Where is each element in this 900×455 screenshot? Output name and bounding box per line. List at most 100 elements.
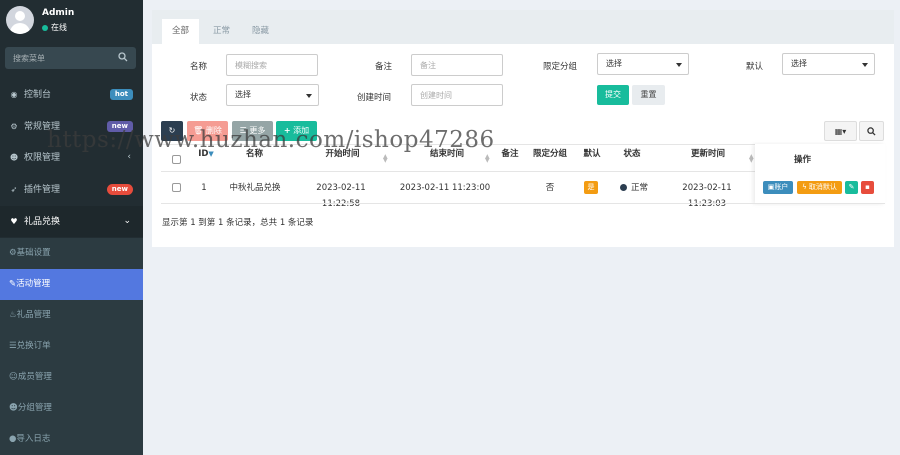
- default-badge[interactable]: 是: [584, 181, 598, 194]
- td-updated: 2023-02-11 11:23:03: [682, 183, 732, 209]
- status-tabs: 全部 正常 隐藏: [152, 10, 894, 44]
- sidebar-subitem-groups[interactable]: ☻分组管理: [0, 393, 143, 424]
- status-label: 状态: [190, 93, 208, 103]
- tab-normal[interactable]: 正常: [203, 19, 240, 44]
- row-checkbox[interactable]: [172, 183, 181, 192]
- menu-search-input[interactable]: [5, 47, 115, 69]
- sidebar-subitem-activity[interactable]: ✎活动管理: [0, 269, 143, 300]
- edit-button[interactable]: ✎: [845, 181, 858, 194]
- td-status-text: 正常: [630, 183, 648, 193]
- hot-badge: hot: [109, 89, 133, 100]
- sidebar-item-label: 兑换订单: [16, 341, 51, 351]
- sidebar-search: [5, 47, 136, 69]
- gift-submenu: ⚙基础设置 ✎活动管理 ♨礼品管理 ☰兑换订单 ☺成员管理 ☻分组管理 ●导入日…: [0, 238, 143, 455]
- sidebar: Admin 在线 ◉控制台 hot ⚙常规管理 new ☻权限管理 ‹ ➶插件管…: [0, 0, 143, 455]
- user-status-text: 在线: [51, 23, 67, 32]
- sidebar-item-label: 基础设置: [16, 248, 51, 258]
- sidebar-subitem-orders[interactable]: ☰兑换订单: [0, 331, 143, 362]
- cogs-icon: ⚙: [9, 248, 17, 258]
- user-panel: Admin 在线: [0, 0, 143, 42]
- group-label: 限定分组: [543, 62, 578, 72]
- heart-icon: ♥: [10, 217, 18, 226]
- grid-icon: ▦▾: [834, 127, 847, 136]
- rocket-icon: ➶: [10, 185, 18, 194]
- group-icon: ☻: [9, 153, 19, 162]
- cancel-default-button[interactable]: ϟ 取消默认: [797, 181, 842, 194]
- chevron-down-icon: ⌄: [123, 216, 131, 226]
- sidebar-subitem-members[interactable]: ☺成员管理: [0, 362, 143, 393]
- default-label: 默认: [746, 62, 764, 72]
- td-end-time: 2023-02-11 11:23:00: [399, 183, 491, 193]
- sidebar-item-label: 成员管理: [17, 372, 52, 382]
- account-button[interactable]: ▣账户: [763, 181, 793, 194]
- td-status: 正常: [612, 180, 656, 196]
- delete-row-button[interactable]: ▪: [861, 181, 874, 194]
- tab-all[interactable]: 全部: [162, 19, 200, 44]
- account-label: 账户: [774, 183, 789, 191]
- sidebar-item-dashboard[interactable]: ◉ 控制台 hot: [0, 79, 143, 110]
- search-toggle-button[interactable]: [859, 121, 884, 141]
- search-icon: [867, 127, 876, 136]
- trash-icon: ▪: [865, 183, 870, 191]
- td-group: 否: [545, 183, 555, 193]
- sort-icon[interactable]: ▲ ▼: [749, 154, 754, 164]
- flame-icon: ♨: [9, 310, 17, 320]
- sidebar-item-label: 礼品兑换: [24, 217, 61, 227]
- sidebar-item-label: 插件管理: [24, 185, 61, 195]
- caret-down-icon: [306, 94, 312, 98]
- sidebar-item-label: 活动管理: [16, 279, 51, 289]
- th-status: 状态: [623, 149, 641, 159]
- list-icon: ☰: [9, 341, 17, 351]
- remark-label: 备注: [375, 62, 393, 72]
- default-select[interactable]: 选择: [782, 53, 875, 75]
- status-dot-icon: [619, 184, 627, 191]
- tab-hidden[interactable]: 隐藏: [242, 19, 279, 44]
- created-label: 创建时间: [357, 93, 392, 103]
- table-bottom-border: [161, 203, 885, 204]
- columns-toggle-button[interactable]: ▦▾: [824, 121, 857, 141]
- cogs-icon: ⚙: [10, 122, 18, 131]
- created-time-input[interactable]: [411, 84, 503, 106]
- default-select-value: 选择: [791, 59, 807, 68]
- name-search-input[interactable]: [226, 54, 318, 76]
- td-start-time: 2023-02-11 11:22:58: [316, 183, 366, 209]
- user-status: 在线: [42, 22, 67, 33]
- users-icon: ☻: [9, 403, 18, 413]
- search-icon[interactable]: [118, 52, 128, 62]
- status-select-value: 选择: [235, 90, 251, 99]
- caret-down-icon: [862, 63, 868, 67]
- status-select[interactable]: 选择: [226, 84, 319, 106]
- th-updated[interactable]: 更新时间: [670, 144, 746, 164]
- sidebar-item-addons[interactable]: ➶ 插件管理 new: [0, 174, 143, 205]
- td-id: 1: [201, 183, 207, 193]
- sidebar-item-gift-exchange[interactable]: ♥ 礼品兑换 ⌄: [0, 206, 143, 237]
- remark-input[interactable]: [411, 54, 503, 76]
- submit-button[interactable]: 提交: [597, 85, 629, 105]
- flash-icon: ϟ: [802, 183, 807, 191]
- group-select-value: 选择: [606, 59, 622, 68]
- th-operation: 操作: [793, 155, 811, 165]
- th-default: 默认: [583, 149, 601, 159]
- sidebar-subitem-gifts[interactable]: ♨礼品管理: [0, 300, 143, 331]
- group-select[interactable]: 选择: [597, 53, 689, 75]
- td-remark: [496, 180, 524, 196]
- sort-icon[interactable]: ▲ ▼: [485, 154, 490, 164]
- sidebar-subitem-basic-settings[interactable]: ⚙基础设置: [0, 238, 143, 269]
- th-group: 限定分组: [532, 149, 567, 159]
- sidebar-item-label: 导入日志: [16, 434, 51, 444]
- user-name: Admin: [42, 8, 75, 18]
- sidebar-subitem-import-log[interactable]: ●导入日志: [0, 424, 143, 455]
- user-icon: ☺: [9, 372, 18, 382]
- avatar[interactable]: [6, 6, 34, 34]
- cancel-default-label: 取消默认: [808, 183, 837, 191]
- watermark: https://www.huzhan.com/ishop47286: [47, 127, 495, 153]
- th-remark: 备注: [501, 149, 519, 159]
- pagination-info: 显示第 1 到第 1 条记录，总共 1 条记录: [162, 218, 314, 228]
- sort-icon[interactable]: ▲ ▼: [383, 154, 388, 164]
- pencil-icon: ✎: [848, 183, 855, 191]
- select-all-checkbox[interactable]: [172, 155, 181, 164]
- sidebar-item-label: 分组管理: [17, 403, 52, 413]
- dashboard-icon: ◉: [10, 90, 18, 99]
- sidebar-item-label: 礼品管理: [16, 310, 51, 320]
- reset-button[interactable]: 重置: [632, 85, 665, 105]
